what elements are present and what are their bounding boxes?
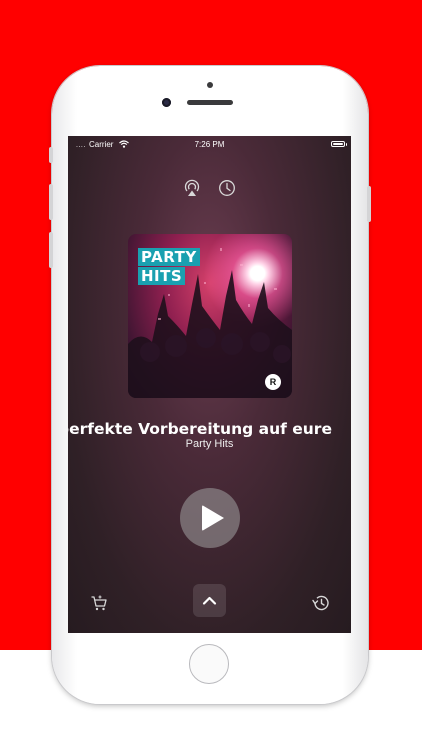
app-screen: .... Carrier 7:26 PM PARTY HITS R perfek… [68,136,351,633]
volume-up-button [49,184,53,220]
station-name: Party Hits [185,438,234,450]
status-time: 7:26 PM [194,140,225,149]
home-button[interactable] [189,644,229,684]
airplay-icon[interactable] [183,179,201,197]
track-title-text: perfekte Vorbereitung auf eure [68,420,332,438]
chevron-up-icon [202,596,217,605]
status-bar: .... Carrier 7:26 PM [68,136,351,154]
sleep-timer-icon[interactable] [218,179,236,197]
cover-label-party: PARTY [138,248,200,266]
battery-icon [331,141,345,147]
cover-label-hits: HITS [138,267,186,285]
earpiece-speaker [187,100,233,105]
station-logo-badge: R [265,374,281,390]
history-icon[interactable] [312,594,330,612]
volume-down-button [49,232,53,268]
cart-icon[interactable] [90,594,108,612]
play-icon [202,505,224,531]
proximity-sensor [207,82,213,88]
front-camera [162,98,171,107]
battery-tip [345,143,347,146]
album-cover: PARTY HITS R [128,234,292,398]
play-button[interactable] [180,488,240,548]
track-title: perfekte Vorbereitung auf eure [68,418,351,440]
power-button [367,186,371,222]
silent-switch [49,147,53,163]
expand-button[interactable] [193,584,226,617]
